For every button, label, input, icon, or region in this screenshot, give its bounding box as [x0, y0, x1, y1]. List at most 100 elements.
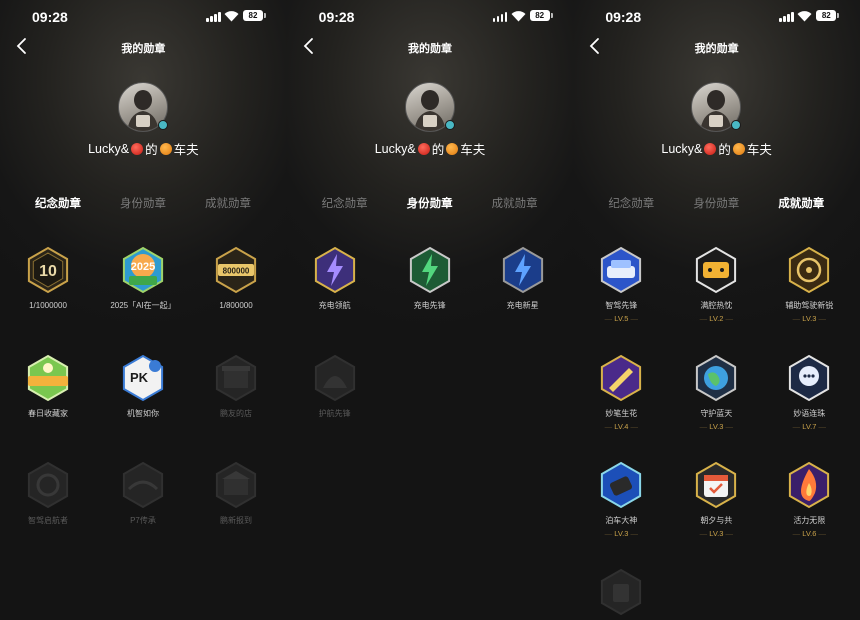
badge-item[interactable]: 活力无限 — LV.6 —: [769, 461, 849, 538]
avatar-badge-dot: [444, 120, 455, 130]
badge-escort-icon: [314, 354, 355, 402]
nickname-mid: 的: [145, 143, 158, 157]
badge-level-text: LV.5: [614, 314, 629, 323]
badge-label: 机智如你: [127, 409, 159, 418]
badge-level: — LV.4 —: [604, 422, 638, 431]
badge-label: 充电先锋: [413, 301, 446, 310]
badge-item[interactable]: 智驾先锋 — LV.5 —: [581, 246, 661, 323]
badge-item[interactable]: 鹏友的店: [196, 354, 276, 420]
badge-800000-icon: 800000: [215, 246, 257, 294]
battery-indicator: 82: [243, 10, 266, 21]
badge-level-text: LV.4: [614, 422, 629, 431]
tomato-emoji-icon: [704, 142, 717, 155]
tab-identity[interactable]: 身份勋章: [400, 195, 460, 211]
svg-text:800000: 800000: [223, 267, 250, 276]
badge-item[interactable]: 护航先锋: [295, 354, 375, 420]
badge-label: 1/800000: [219, 301, 253, 310]
badge-item[interactable]: PK 机智如你: [103, 354, 183, 420]
badge-label: 守护蓝天: [700, 409, 733, 418]
tab-commemorative[interactable]: 纪念勋章: [601, 195, 661, 211]
badge-screen-1: 09:28 82 我的勋章 Lucky& 的 车夫 纪念勋章 身份勋章 成就勋章: [0, 0, 287, 620]
badge-level-text: LV.2: [709, 314, 724, 323]
badge-screen-2: 09:28 82 我的勋章 Lucky& 的 车夫 纪念勋章 身份勋章 成就勋章: [286, 0, 574, 620]
badge-charge-leader-icon: [314, 246, 355, 294]
badge-enthusiasm-icon: [696, 246, 737, 294]
tab-commemorative[interactable]: 纪念勋章: [315, 195, 375, 211]
page-title: 我的勋章: [121, 43, 166, 55]
badge-tabs: 纪念勋章 身份勋章 成就勋章: [287, 195, 574, 213]
badge-tabs: 纪念勋章 身份勋章 成就勋章: [573, 195, 860, 213]
badge-screen-3: 09:28 82 我的勋章 Lucky& 的 车夫 纪念勋章 身份勋章 成就勋章: [573, 0, 860, 620]
badge-item[interactable]: P7传承: [103, 461, 183, 527]
signal-icon: [492, 12, 508, 22]
status-time: 09:28: [605, 9, 642, 25]
badge-assist-drive-icon: [789, 246, 830, 294]
badge-level-text: LV.6: [802, 529, 817, 538]
status-bar: 09:28 82: [0, 0, 287, 34]
nickname-suffix: 车夫: [746, 143, 772, 157]
badge-item[interactable]: 朝夕与共 — LV.3 —: [676, 461, 756, 538]
tab-achievement[interactable]: 成就勋章: [485, 195, 545, 211]
badge-level-text: LV.3: [709, 529, 724, 538]
badge-item[interactable]: 10 1/1000000: [8, 246, 88, 312]
badge-tabs: 纪念勋章 身份勋章 成就勋章: [0, 195, 287, 213]
tab-commemorative[interactable]: 纪念勋章: [28, 195, 88, 211]
badge-charge-pioneer-icon: [409, 246, 450, 294]
badge-item[interactable]: 2025 2025「AI在一起」: [103, 246, 183, 312]
badge-level: — LV.6 —: [792, 529, 826, 538]
badge-label: 智驾先锋: [605, 301, 638, 310]
badge-item[interactable]: 鹏新报到: [196, 461, 276, 527]
badge-item[interactable]: 守护蓝天 — LV.3 —: [676, 354, 756, 431]
badge-label: 护航先锋: [318, 409, 351, 418]
badge-label: 2025「AI在一起」: [110, 301, 176, 310]
badge-item[interactable]: 充电领航: [295, 246, 375, 312]
nickname-mid: 的: [718, 143, 731, 157]
badge-item[interactable]: 辅助驾驶新锐 — LV.3 —: [769, 246, 849, 323]
status-bar: 09:28 82: [573, 0, 860, 34]
tab-achievement[interactable]: 成就勋章: [771, 195, 831, 211]
badge-label: P7传承: [130, 516, 156, 525]
badge-level-text: LV.3: [709, 422, 724, 431]
wifi-icon: [511, 11, 526, 22]
badge-level-text: LV.3: [614, 529, 629, 538]
svg-text:10: 10: [39, 263, 57, 280]
badge-item[interactable]: 满腔热忱 — LV.2 —: [676, 246, 756, 323]
badge-smart-drive-icon: [601, 246, 642, 294]
badge-chat-icon: [789, 354, 830, 402]
badge-item[interactable]: [581, 568, 661, 616]
battery-indicator: 82: [816, 10, 840, 21]
nickname-prefix: Lucky&: [374, 141, 416, 156]
badge-store-icon: [215, 354, 257, 402]
status-bar: 09:28 82: [287, 0, 574, 34]
tab-identity[interactable]: 身份勋章: [686, 195, 746, 211]
badge-item[interactable]: 充电先锋: [390, 246, 470, 312]
badge-item[interactable]: 妙语连珠 — LV.7 —: [769, 354, 849, 431]
badge-item[interactable]: 充电新星: [483, 246, 563, 312]
page-title: 我的勋章: [694, 43, 739, 55]
badge-level: — LV.3 —: [604, 529, 638, 538]
badge-charge-star-icon: [502, 246, 543, 294]
badge-newcomer-icon: [215, 461, 257, 509]
signal-icon: [206, 12, 221, 22]
badge-item[interactable]: 智驾启航者: [8, 461, 88, 527]
badge-item[interactable]: 春日收藏家: [8, 354, 88, 420]
badge-item[interactable]: 妙笔生花 — LV.4 —: [581, 354, 661, 431]
badge-item[interactable]: 800000 1/800000: [196, 246, 276, 312]
nickname-suffix: 车夫: [173, 143, 199, 157]
badge-item[interactable]: 泊车大神 — LV.3 —: [581, 461, 661, 538]
badge-label: 泊车大神: [605, 516, 638, 525]
badge-label: 1/1000000: [29, 301, 67, 310]
badge-level: — LV.5 —: [604, 314, 638, 323]
badge-pen-icon: [601, 354, 642, 402]
wifi-icon: [797, 11, 812, 22]
signal-icon: [779, 12, 794, 22]
avatar-badge-dot: [731, 120, 742, 130]
nickname-mid: 的: [431, 143, 445, 157]
badge-label: 辅助驾驶新锐: [785, 301, 834, 310]
badge-fire-icon: [789, 461, 830, 509]
badge-level-text: LV.7: [802, 422, 817, 431]
tab-identity[interactable]: 身份勋章: [113, 195, 173, 211]
badge-parking-icon: [601, 461, 642, 509]
tab-achievement[interactable]: 成就勋章: [198, 195, 258, 211]
tomato-emoji-icon: [417, 142, 430, 155]
